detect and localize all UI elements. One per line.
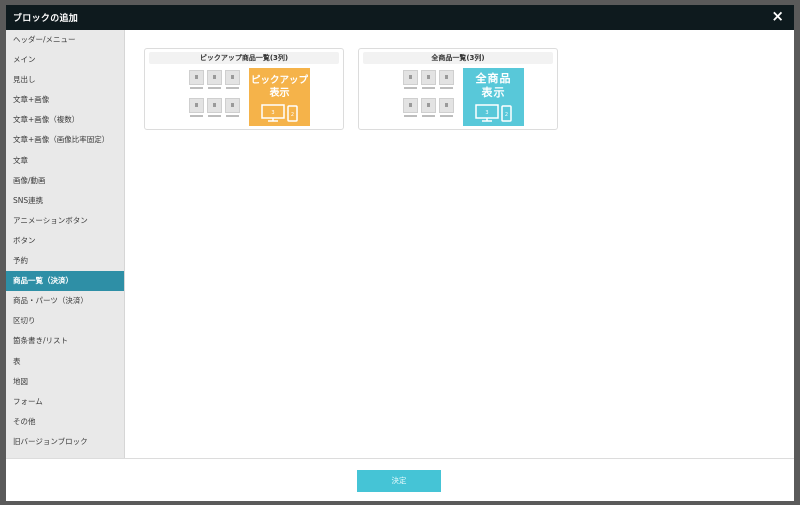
- svg-text:3: 3: [271, 110, 274, 116]
- pc-mobile-icon: 3 2: [261, 104, 298, 122]
- promo-line1: ピックアップ: [250, 75, 308, 86]
- caption-line: [422, 87, 435, 89]
- product-thumbnail: [403, 70, 418, 85]
- sidebar-item-header-menu[interactable]: ヘッダー/メニュー: [6, 30, 124, 50]
- product-thumbnail: [403, 98, 418, 113]
- sidebar-item-map[interactable]: 地図: [6, 372, 124, 392]
- sidebar-item-bullet-list[interactable]: 箇条書き/リスト: [6, 331, 124, 351]
- add-block-dialog: ブロックの追加 × ヘッダー/メニュー メイン 見出し 文章+画像 文章+画像（…: [6, 5, 794, 501]
- close-icon[interactable]: ×: [771, 8, 784, 25]
- product-thumbnail-grid: [189, 70, 244, 128]
- pickup-product-list-card[interactable]: ピックアップ商品一覧(3列) ピックアップ 表示 3 2: [144, 48, 344, 130]
- pickup-display-badge: ピックアップ 表示 3 2: [249, 68, 310, 126]
- product-thumbnail: [189, 98, 204, 113]
- caption-line: [190, 87, 203, 89]
- svg-text:3: 3: [485, 110, 488, 116]
- sidebar-item-legacy-block[interactable]: 旧バージョンブロック: [6, 432, 124, 452]
- dialog-footer: 決定: [6, 458, 794, 501]
- svg-text:2: 2: [505, 112, 508, 118]
- caption-line: [208, 115, 221, 117]
- sidebar-item-divider[interactable]: 区切り: [6, 311, 124, 331]
- card-title: 全商品一覧(3列): [363, 52, 553, 64]
- sidebar-item-main[interactable]: メイン: [6, 50, 124, 70]
- sidebar-item-reservation[interactable]: 予約: [6, 251, 124, 271]
- caption-line: [208, 87, 221, 89]
- sidebar-item-text-image[interactable]: 文章+画像: [6, 90, 124, 110]
- caption-line: [404, 87, 417, 89]
- confirm-button[interactable]: 決定: [357, 470, 441, 492]
- caption-line: [190, 115, 203, 117]
- caption-line: [422, 115, 435, 117]
- promo-line1: 全商品: [475, 72, 512, 85]
- all-product-list-card[interactable]: 全商品一覧(3列) 全商品 表示 3 2: [358, 48, 558, 130]
- sidebar-item-product-list[interactable]: 商品一覧（決済）: [6, 271, 124, 292]
- sidebar-item-text-image-multiple[interactable]: 文章+画像（複数）: [6, 110, 124, 130]
- sidebar-item-heading[interactable]: 見出し: [6, 70, 124, 90]
- caption-line: [226, 87, 239, 89]
- pc-mobile-icon: 3 2: [475, 104, 512, 122]
- product-thumbnail: [225, 98, 240, 113]
- product-thumbnail: [421, 98, 436, 113]
- sidebar-item-text-image-fixed-ratio[interactable]: 文章+画像（画像比率固定）: [6, 130, 124, 150]
- caption-line: [226, 115, 239, 117]
- sidebar-item-button[interactable]: ボタン: [6, 231, 124, 251]
- sidebar-item-image-video[interactable]: 画像/動画: [6, 171, 124, 191]
- caption-line: [440, 115, 453, 117]
- sidebar-item-table[interactable]: 表: [6, 352, 124, 372]
- dialog-header: ブロックの追加 ×: [6, 5, 794, 30]
- sidebar-item-product-parts[interactable]: 商品・パーツ（決済）: [6, 291, 124, 311]
- caption-line: [440, 87, 453, 89]
- product-thumbnail: [421, 70, 436, 85]
- product-thumbnail: [207, 98, 222, 113]
- sidebar-item-text[interactable]: 文章: [6, 151, 124, 171]
- dialog-title: ブロックの追加: [13, 14, 79, 24]
- block-options-panel: ピックアップ商品一覧(3列) ピックアップ 表示 3 2 全商品一覧(3列) 全…: [126, 30, 794, 458]
- product-thumbnail-grid: [403, 70, 458, 128]
- product-thumbnail: [439, 98, 454, 113]
- sidebar-item-other[interactable]: その他: [6, 412, 124, 432]
- svg-text:2: 2: [291, 112, 294, 118]
- product-thumbnail: [189, 70, 204, 85]
- product-thumbnail: [225, 70, 240, 85]
- all-products-display-badge: 全商品 表示 3 2: [463, 68, 524, 126]
- card-title: ピックアップ商品一覧(3列): [149, 52, 339, 64]
- product-thumbnail: [207, 70, 222, 85]
- caption-line: [404, 115, 417, 117]
- sidebar-item-form[interactable]: フォーム: [6, 392, 124, 412]
- sidebar-item-sns[interactable]: SNS連携: [6, 191, 124, 211]
- sidebar-item-animation-button[interactable]: アニメーションボタン: [6, 211, 124, 231]
- block-category-sidebar: ヘッダー/メニュー メイン 見出し 文章+画像 文章+画像（複数） 文章+画像（…: [6, 30, 125, 458]
- promo-line2: 表示: [481, 86, 506, 99]
- product-thumbnail: [439, 70, 454, 85]
- promo-line2: 表示: [269, 88, 290, 99]
